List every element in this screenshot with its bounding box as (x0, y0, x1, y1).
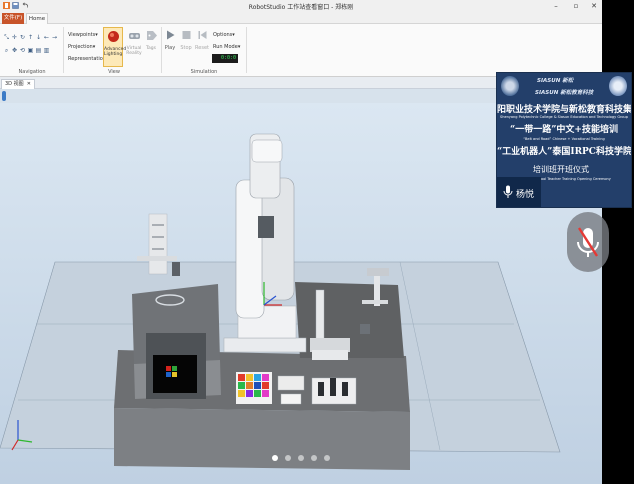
tags-button[interactable]: Tags (143, 27, 159, 67)
zoom-in-icon[interactable]: ✛ (11, 34, 18, 41)
white-part (277, 375, 305, 391)
tab-3d-view[interactable]: 3D 视图 ✕ (1, 79, 35, 89)
view-up-icon[interactable]: ↑ (27, 34, 34, 41)
microphone-icon (503, 185, 513, 198)
orbit-icon[interactable]: ⟲ (19, 47, 26, 54)
carousel-dot[interactable] (311, 455, 317, 461)
carousel-dot[interactable] (324, 455, 330, 461)
close-icon[interactable]: ✕ (25, 81, 31, 87)
ribbon-tab-row: 文件(F) Home (0, 12, 602, 25)
reset-icon (198, 31, 206, 39)
ribbon: ⤡ ✛ ↻ ↑ ↓ ← → ⌕ ✥ ⟲ ▣ ▤ ▥ Navigation Vie… (0, 24, 602, 77)
robot-lower-arm (235, 179, 265, 319)
tab-file[interactable]: 文件(F) (2, 13, 24, 24)
live-banner: SIASUN 新松 SIASUN 新松教育科技 阳职业技术学院与新松教育科技集 … (496, 72, 632, 208)
options-label: Options (213, 32, 233, 38)
play-button[interactable]: Play (162, 28, 178, 58)
virtual-reality-button[interactable]: Virtual Reality (124, 27, 144, 67)
chevron-down-icon: ▾ (92, 44, 96, 50)
view-right-icon[interactable]: → (51, 34, 58, 41)
stop-button[interactable]: Stop (178, 28, 194, 58)
carousel-dot[interactable] (298, 455, 304, 461)
projection-label: Projection (68, 44, 93, 50)
simulation-group-label: Simulation (190, 69, 218, 75)
reset-button[interactable]: Reset (194, 28, 210, 58)
view-group-label: View (108, 69, 120, 75)
projection-menu[interactable]: Projection▾ (68, 44, 95, 50)
speaker-tag: 杨悦 (497, 177, 541, 207)
robot-gripper (258, 216, 274, 238)
banner-line-1-en: Shenyang Polytechnic College & Siasun Ed… (500, 115, 628, 119)
rack-clamp (172, 262, 180, 276)
brand-siasun: SIASUN 新松 (537, 78, 574, 84)
pan-icon[interactable]: ✥ (11, 47, 18, 54)
chevron-down-icon: ▾ (237, 44, 241, 50)
robot-wrist (251, 139, 283, 163)
post-fixture (315, 289, 325, 346)
ribbon-separator (246, 27, 247, 73)
advanced-lighting-label: Advanced Lighting (104, 47, 127, 57)
minimize-button[interactable]: – (548, 0, 564, 12)
robot-base-plate (223, 337, 307, 353)
fit-view-icon[interactable]: ⤡ (3, 34, 10, 41)
mute-microphone-button[interactable] (567, 212, 609, 272)
viewpoints-menu[interactable]: Viewpoints▾ (68, 32, 98, 38)
white-plate (280, 393, 302, 405)
view-left-icon[interactable]: ← (43, 34, 50, 41)
lighting-icon (107, 31, 119, 42)
tag-icon (146, 31, 157, 40)
banner-line-3: “工业机器人”泰国IRPC科技学院 (497, 147, 632, 157)
play-icon (166, 30, 174, 40)
options-menu[interactable]: Options▾ (213, 32, 235, 38)
simulation-clock: 0:0:0 (212, 54, 238, 63)
view-front-icon[interactable]: ▣ (27, 47, 34, 54)
banner-line-4: 培训班开班仪式 (533, 165, 589, 174)
mic-muted-icon (577, 227, 599, 257)
virtual-reality-label: Virtual Reality (126, 46, 142, 56)
play-label: Play (164, 45, 176, 51)
chevron-down-icon: ▾ (232, 32, 235, 38)
carousel-dot[interactable] (285, 455, 291, 461)
top-fixture (367, 268, 389, 276)
banner-line-1: 阳职业技术学院与新松教育科技集 (497, 105, 632, 115)
vr-headset-icon (128, 33, 140, 39)
reset-label: Reset (195, 45, 209, 51)
speaker-name: 杨悦 (516, 190, 535, 200)
timeline-thumb[interactable] (2, 91, 6, 101)
slide-rail (310, 338, 350, 352)
close-button[interactable]: ✕ (586, 0, 602, 12)
tab-3d-view-label: 3D 视图 (5, 81, 24, 87)
banner-line-4-en: ool Teacher Training Opening Ceremony (541, 177, 611, 181)
window-title: RobotStudio 工作站查看窗口 - 郑栋刚 (248, 4, 354, 11)
rotate-icon[interactable]: ↻ (19, 34, 26, 41)
color-block-tray (236, 372, 272, 404)
title-bar: RobotStudio 工作站查看窗口 - 郑栋刚 – ▫ ✕ (0, 0, 602, 12)
banner-line-2-en: “Belt and Road” Chinese + Vocational Tra… (523, 137, 605, 141)
tags-label: Tags (146, 46, 156, 51)
viewpoints-label: Viewpoints (68, 32, 96, 38)
navigation-group-label: Navigation (18, 69, 46, 75)
view-side-icon[interactable]: ▥ (43, 47, 50, 54)
college-seal-icon (501, 76, 519, 96)
view-down-icon[interactable]: ↓ (35, 34, 42, 41)
run-mode-label: Run Mode (213, 44, 238, 50)
maximize-button[interactable]: ▫ (568, 0, 584, 12)
brand-siasun-edu: SIASUN 新松教育科技 (535, 90, 594, 96)
ribbon-separator (63, 27, 64, 73)
view-top-icon[interactable]: ▤ (35, 47, 42, 54)
tool-rack (148, 213, 168, 275)
run-mode-menu[interactable]: Run Mode▾ (213, 44, 240, 50)
advanced-lighting-button[interactable]: Advanced Lighting (103, 27, 127, 67)
representation-label: Representation (68, 56, 106, 62)
partner-seal-icon (609, 76, 627, 96)
banner-line-2: “一带一路”中文+技能培训 (510, 125, 618, 135)
chevron-down-icon: ▾ (95, 32, 98, 38)
stop-label: Stop (180, 45, 192, 51)
carousel-dot[interactable] (272, 455, 278, 461)
table-front (114, 408, 410, 470)
zoom-window-icon[interactable]: ⌕ (3, 47, 10, 54)
carousel-pager (270, 455, 335, 463)
stop-icon (182, 31, 190, 39)
rack-arm (137, 256, 177, 261)
